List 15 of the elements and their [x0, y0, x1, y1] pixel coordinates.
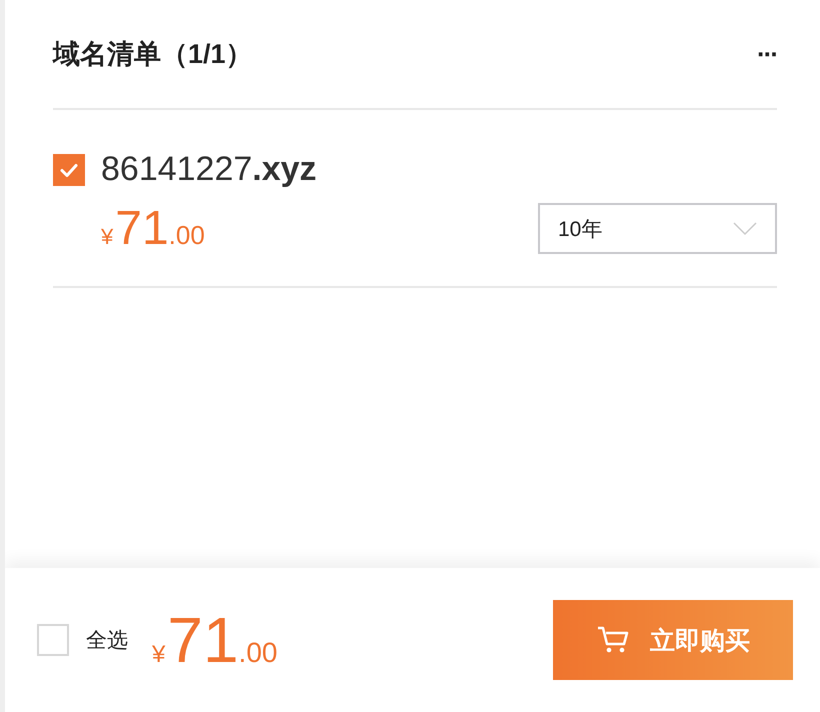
currency-symbol: ¥ [152, 641, 166, 669]
currency-symbol: ¥ [101, 224, 114, 250]
total-decimals: .00 [238, 637, 278, 669]
select-all-label: 全选 [86, 628, 128, 654]
cart-icon [596, 625, 630, 655]
price-decimals: .00 [168, 220, 205, 251]
domain-name: 86141227.xyz [101, 150, 317, 189]
price-integer: 71 [115, 201, 169, 256]
more-button[interactable]: ··· [757, 38, 777, 70]
total-integer: 71 [167, 603, 239, 677]
item-checkbox[interactable] [53, 154, 85, 186]
select-all-checkbox[interactable] [37, 624, 69, 656]
chevron-down-icon [733, 222, 757, 236]
list-title: 域名清单（1/1） [53, 38, 253, 71]
period-dropdown[interactable]: 10年 [538, 203, 777, 254]
